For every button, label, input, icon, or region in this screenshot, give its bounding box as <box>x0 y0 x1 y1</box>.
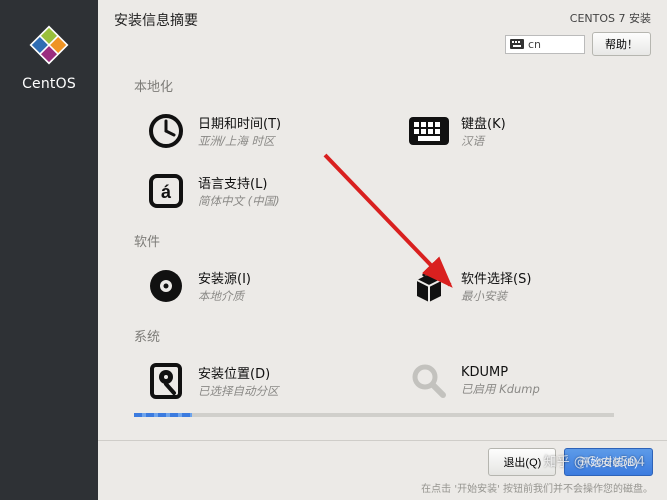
spoke-status: 亚洲/上海 时区 <box>198 133 281 149</box>
clock-icon <box>144 109 188 153</box>
spoke-keyboard[interactable]: 键盘(K) 汉语 <box>397 101 632 161</box>
spoke-install-destination[interactable]: 安装位置(D) 已选择自动分区 <box>134 351 369 411</box>
svg-text:á: á <box>161 182 172 202</box>
keyboard-mini-icon <box>510 39 524 49</box>
scan-progress <box>134 413 614 417</box>
main-panel: 安装信息摘要 CENTOS 7 安装 cn 帮助！ 本地化 <box>98 0 667 500</box>
footer: 退出(Q) 开始安装(B) 在点击 '开始安装' 按钮前我们并不会操作您的磁盘。 <box>98 440 667 500</box>
spoke-status: 已启用 Kdump <box>461 381 540 397</box>
section-localization-title: 本地化 <box>134 76 651 95</box>
magnifier-icon <box>407 359 451 403</box>
spoke-status: 最小安装 <box>461 288 531 304</box>
spoke-status: 简体中文 (中国) <box>198 193 280 209</box>
page-title: 安装信息摘要 <box>114 10 198 56</box>
section-software-title: 软件 <box>134 231 651 250</box>
spoke-label: KDUMP <box>461 365 540 380</box>
spoke-label: 软件选择(S) <box>461 268 531 287</box>
keyboard-indicator[interactable]: cn <box>505 35 585 54</box>
keyboard-code: cn <box>528 38 541 51</box>
harddisk-icon <box>144 359 188 403</box>
spoke-status: 已选择自动分区 <box>198 383 279 399</box>
sidebar: CentOS <box>0 0 98 500</box>
spoke-label: 日期和时间(T) <box>198 113 281 132</box>
watermark: 知乎 @Code504 <box>544 451 645 470</box>
spoke-label: 语言支持(L) <box>198 173 280 192</box>
spoke-software-selection[interactable]: 软件选择(S) 最小安装 <box>397 256 632 316</box>
brand-name: CentOS <box>22 76 76 92</box>
spoke-label: 安装源(I) <box>198 268 251 287</box>
spoke-datetime[interactable]: 日期和时间(T) 亚洲/上海 时区 <box>134 101 369 161</box>
spoke-status: 汉语 <box>461 133 506 149</box>
spoke-label: 键盘(K) <box>461 113 506 132</box>
spoke-install-source[interactable]: 安装源(I) 本地介质 <box>134 256 369 316</box>
installer-subtitle: CENTOS 7 安装 <box>505 10 651 26</box>
keyboard-icon <box>407 109 451 153</box>
centos-logo-icon <box>22 18 76 72</box>
disc-icon <box>144 264 188 308</box>
help-button[interactable]: 帮助！ <box>592 32 651 56</box>
spoke-language[interactable]: á 语言支持(L) 简体中文 (中国) <box>134 161 369 221</box>
language-icon: á <box>144 169 188 213</box>
spoke-label: 安装位置(D) <box>198 363 279 382</box>
topbar: 安装信息摘要 CENTOS 7 安装 cn 帮助！ <box>98 0 667 62</box>
centos-logo: CentOS <box>22 18 76 92</box>
footer-hint: 在点击 '开始安装' 按钮前我们并不会操作您的磁盘。 <box>112 480 653 495</box>
spoke-status: 本地介质 <box>198 288 251 304</box>
spoke-kdump[interactable]: KDUMP 已启用 Kdump <box>397 351 632 411</box>
package-icon <box>407 264 451 308</box>
section-system-title: 系统 <box>134 326 651 345</box>
